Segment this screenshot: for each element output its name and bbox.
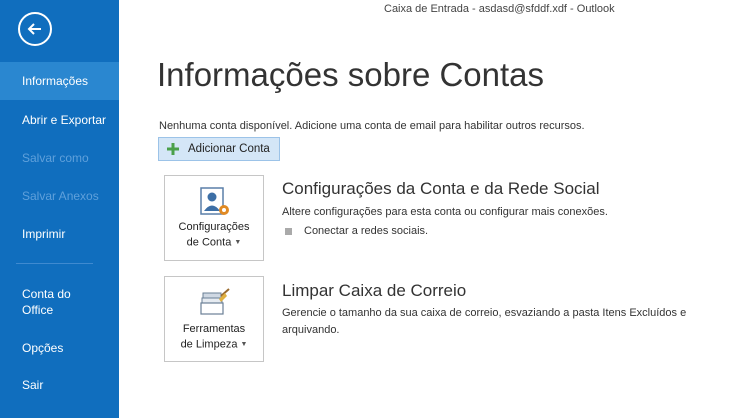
page-title: Informações sobre Contas <box>157 56 545 93</box>
cleanup-tools-label-2: de Limpeza <box>180 338 238 351</box>
window-title: Caixa de Entrada - asdasd@sfddf.xdf - Ou… <box>384 3 615 15</box>
nav-item-sair[interactable]: Sair <box>0 377 119 393</box>
nav-item-informacoes[interactable]: Informações <box>0 62 119 100</box>
cleanup-tools-icon <box>200 288 230 315</box>
add-account-button[interactable]: Adicionar Conta <box>158 137 280 161</box>
info-text: Nenhuma conta disponível. Adicione uma c… <box>159 120 585 132</box>
dropdown-caret-icon: ▼ <box>234 239 242 246</box>
account-settings-label-1: Configurações <box>178 221 250 233</box>
nav-item-opcoes[interactable]: Opções <box>0 340 119 356</box>
account-settings-label-2-row: de Conta ▼ <box>165 235 263 250</box>
nav-divider <box>16 263 93 264</box>
social-networks-bullet[interactable]: Conectar a redes sociais. <box>285 225 428 237</box>
nav-item-salvar-anexos: Salvar Anexos <box>22 189 99 203</box>
nav-item-abrir-exportar[interactable]: Abrir e Exportar <box>0 112 119 128</box>
account-settings-title: Configurações da Conta e da Rede Social <box>282 179 600 198</box>
cleanup-tools-label-1: Ferramentas <box>182 323 246 335</box>
cleanup-mailbox-description: Gerencie o tamanho da sua caixa de corre… <box>282 307 687 336</box>
account-settings-tile[interactable]: Configurações de Conta ▼ <box>164 175 264 261</box>
cleanup-tools-label-2-row: de Limpeza ▼ <box>165 337 263 352</box>
add-account-label: Adicionar Conta <box>188 143 270 155</box>
nav-item-salvar-como: Salvar como <box>22 151 89 165</box>
nav-item-conta-office[interactable]: Conta do Office <box>0 286 100 318</box>
dropdown-caret-icon: ▼ <box>240 341 248 348</box>
back-arrow-icon <box>27 23 41 35</box>
backstage-sidebar: Informações Abrir e Exportar Salvar como… <box>0 0 119 418</box>
account-settings-icon <box>200 187 229 215</box>
account-settings-label-2: de Conta <box>186 236 232 249</box>
social-networks-link[interactable]: Conectar a redes sociais. <box>304 225 428 237</box>
nav-item-imprimir[interactable]: Imprimir <box>0 226 119 242</box>
cleanup-mailbox-title: Limpar Caixa de Correio <box>282 281 467 300</box>
back-button[interactable] <box>18 12 52 46</box>
cleanup-tools-tile[interactable]: Ferramentas de Limpeza ▼ <box>164 276 264 362</box>
bullet-square-icon <box>285 227 292 235</box>
account-settings-description: Altere configurações para esta conta ou … <box>282 206 608 218</box>
plus-icon <box>167 143 179 155</box>
